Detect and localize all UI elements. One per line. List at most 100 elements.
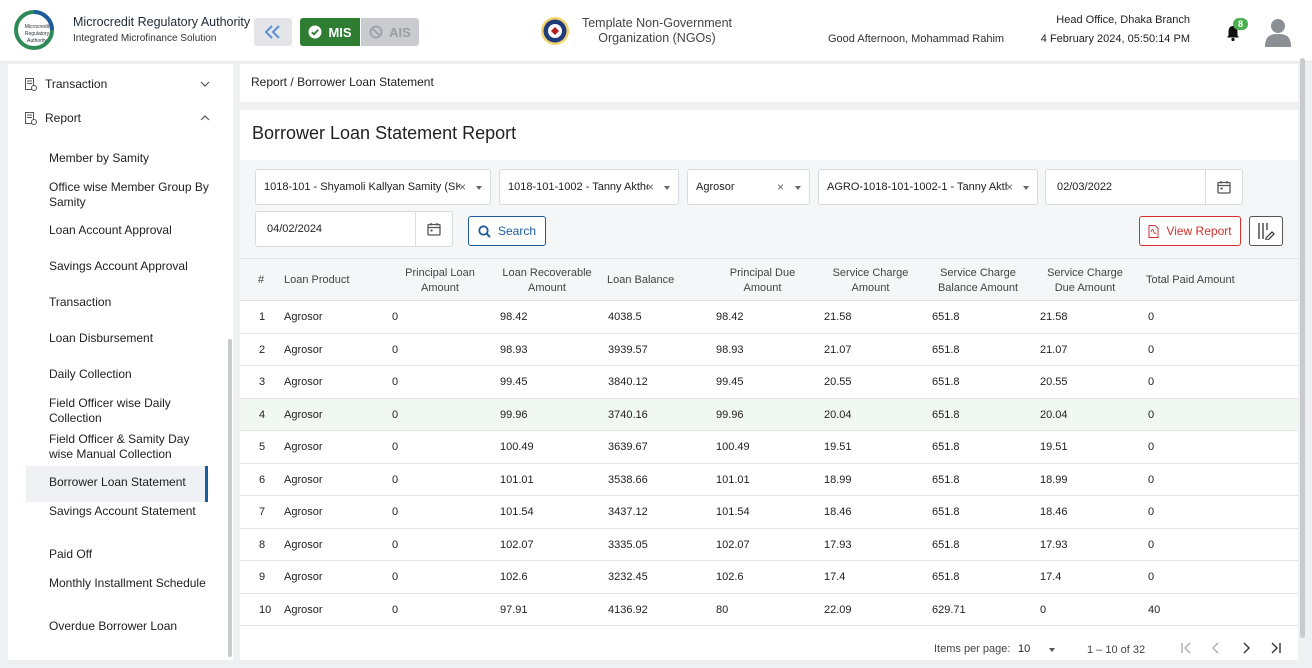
table-row[interactable]: 9 Agrosor 0 102.6 3232.45 102.6 17.4 651… — [240, 561, 1298, 594]
mis-toggle-button[interactable]: MIS — [300, 18, 360, 46]
cell-service-charge: 21.58 — [824, 311, 852, 323]
sidebar-item-overdue-borrower-loan[interactable]: Overdue Borrower Loan — [49, 619, 209, 634]
cell-index: 4 — [259, 408, 266, 421]
collapse-sidebar-button[interactable] — [254, 18, 292, 46]
last-page-icon — [1271, 642, 1281, 654]
cell-total-paid: 0 — [1148, 311, 1155, 323]
date-to-picker-button[interactable] — [415, 212, 452, 246]
cell-service-charge-balance: 651.8 — [932, 376, 960, 388]
close-icon[interactable]: × — [1006, 180, 1013, 194]
sidebar-item-transaction[interactable]: Transaction — [49, 295, 209, 310]
cell-loan-recoverable: 101.54 — [500, 506, 534, 518]
table-row[interactable]: 4 Agrosor 0 99.96 3740.16 99.96 20.04 65… — [240, 398, 1298, 431]
cell-service-charge-due: 19.51 — [1040, 441, 1068, 453]
chevron-down-icon — [476, 186, 482, 190]
current-datetime: 4 February 2024, 05:50:14 PM — [1040, 33, 1190, 45]
sidebar-item-office-wise-member-group[interactable]: Office wise Member Group By Samity — [49, 180, 209, 210]
next-page-button[interactable] — [1236, 639, 1256, 657]
date-from-picker-button[interactable] — [1205, 170, 1242, 204]
cell-loan-product: Agrosor — [284, 538, 323, 551]
cell-principal-loan: 0 — [392, 343, 399, 356]
product-select[interactable]: Agrosor × — [687, 169, 810, 205]
cell-loan-recoverable: 98.93 — [500, 343, 528, 356]
sidebar-item-borrower-loan-statement[interactable]: Borrower Loan Statement — [49, 475, 209, 490]
product-select-value: Agrosor — [696, 181, 735, 193]
sidebar-item-member-by-samity[interactable]: Member by Samity — [49, 151, 209, 166]
last-page-button[interactable] — [1266, 639, 1286, 657]
mis-label: MIS — [328, 24, 352, 40]
table-row[interactable]: 10 Agrosor 0 97.91 4136.92 80 22.09 629.… — [240, 593, 1298, 626]
sidebar-group-transaction[interactable]: Transaction — [8, 69, 233, 99]
close-icon[interactable]: × — [647, 180, 654, 194]
table-row[interactable]: 2 Agrosor 0 98.93 3939.57 98.93 21.07 65… — [240, 333, 1298, 366]
date-from-field[interactable]: 02/03/2022 — [1045, 169, 1243, 205]
cell-index: 2 — [259, 343, 266, 356]
cell-principal-loan: 0 — [392, 473, 399, 486]
cell-service-charge: 22.09 — [824, 603, 852, 616]
samity-select[interactable]: 1018-101 - Shyamoli Kallyan Samity (SKS)… — [255, 169, 491, 205]
cell-principal-due: 101.54 — [716, 506, 750, 518]
view-report-button[interactable]: View Report — [1139, 216, 1241, 246]
cell-service-charge-due: 18.46 — [1040, 506, 1068, 518]
chevron-up-icon — [200, 115, 210, 121]
table-row[interactable]: 3 Agrosor 0 99.45 3840.12 99.45 20.55 65… — [240, 366, 1298, 399]
close-icon[interactable]: × — [459, 180, 466, 194]
member-select[interactable]: 1018-101-1002 - Tanny Akther × — [499, 169, 679, 205]
user-avatar-icon[interactable] — [1264, 17, 1292, 47]
table-row[interactable]: 6 Agrosor 0 101.01 3538.66 101.01 18.99 … — [240, 463, 1298, 496]
first-page-button[interactable] — [1176, 639, 1196, 657]
cell-service-charge-due: 17.93 — [1040, 538, 1068, 551]
cell-principal-due: 101.01 — [716, 473, 750, 486]
sidebar-item-savings-account-statement[interactable]: Savings Account Statement — [49, 504, 209, 519]
items-per-page-select[interactable]: 10 — [1018, 643, 1030, 655]
sidebar: Transaction Report Member by Samity Offi… — [8, 64, 233, 660]
cell-index: 5 — [259, 441, 266, 453]
cell-total-paid: 40 — [1148, 603, 1161, 616]
cell-principal-loan: 0 — [392, 603, 399, 616]
cell-loan-balance: 3840.12 — [608, 376, 648, 388]
close-icon[interactable]: × — [777, 180, 784, 194]
cell-index: 7 — [259, 506, 266, 518]
table-row[interactable]: 1 Agrosor 0 98.42 4038.5 98.42 21.58 651… — [240, 301, 1298, 334]
previous-page-button[interactable] — [1206, 639, 1226, 657]
ais-toggle-button[interactable]: AIS — [361, 18, 419, 46]
sidebar-item-savings-account-approval[interactable]: Savings Account Approval — [49, 259, 209, 274]
cell-service-charge: 19.51 — [824, 441, 852, 453]
app-subtitle: Integrated Microfinance Solution — [73, 33, 217, 44]
breadcrumb-separator: / — [290, 75, 294, 89]
loan-account-select[interactable]: AGRO-1018-101-1002-1 - Tanny Akther × — [818, 169, 1038, 205]
cell-total-paid: 0 — [1148, 473, 1155, 486]
table-row[interactable]: 5 Agrosor 0 100.49 3639.67 100.49 19.51 … — [240, 431, 1298, 464]
table-row[interactable]: 8 Agrosor 0 102.07 3335.05 102.07 17.93 … — [240, 528, 1298, 561]
chevron-down-icon[interactable] — [1049, 648, 1055, 652]
column-header-service-charge-amount: Service Charge Amount — [832, 266, 909, 294]
sidebar-item-field-officer-samity-day-manual-collection[interactable]: Field Officer & Samity Day wise Manual C… — [49, 432, 209, 462]
cell-loan-recoverable: 99.45 — [500, 376, 528, 388]
cell-loan-product: Agrosor — [284, 473, 323, 486]
breadcrumb-parent[interactable]: Report — [251, 75, 287, 89]
main-scrollbar[interactable] — [1300, 58, 1305, 638]
cell-service-charge-due: 20.55 — [1040, 376, 1068, 388]
date-to-field[interactable]: 04/02/2024 — [255, 211, 453, 247]
sidebar-group-report[interactable]: Report — [8, 103, 233, 133]
cell-loan-recoverable: 99.96 — [500, 408, 528, 421]
column-header-principal-due-amount: Principal Due Amount — [729, 266, 796, 294]
column-settings-button[interactable] — [1249, 216, 1283, 246]
app-title: Microcredit Regulatory Authority — [73, 15, 251, 29]
sidebar-item-loan-account-approval[interactable]: Loan Account Approval — [49, 223, 209, 238]
sidebar-item-loan-disbursement[interactable]: Loan Disbursement — [49, 331, 209, 346]
search-button[interactable]: Search — [468, 216, 546, 246]
sidebar-item-field-officer-daily-collection[interactable]: Field Officer wise Daily Collection — [49, 396, 209, 426]
report-icon — [25, 112, 37, 125]
cell-index: 8 — [259, 538, 266, 551]
sidebar-item-paid-off[interactable]: Paid Off — [49, 547, 209, 562]
sidebar-item-monthly-installment-schedule[interactable]: Monthly Installment Schedule — [49, 576, 209, 591]
cell-service-charge-balance: 651.8 — [932, 473, 960, 486]
member-select-value: 1018-101-1002 - Tanny Akther — [508, 181, 648, 193]
column-header-loan-product: Loan Product — [284, 274, 350, 286]
cell-total-paid: 0 — [1148, 343, 1155, 356]
table-row[interactable]: 7 Agrosor 0 101.54 3437.12 101.54 18.46 … — [240, 496, 1298, 529]
breadcrumb: Report / Borrower Loan Statement — [251, 75, 434, 89]
sidebar-scrollbar[interactable] — [228, 339, 232, 657]
sidebar-item-daily-collection[interactable]: Daily Collection — [49, 367, 209, 382]
